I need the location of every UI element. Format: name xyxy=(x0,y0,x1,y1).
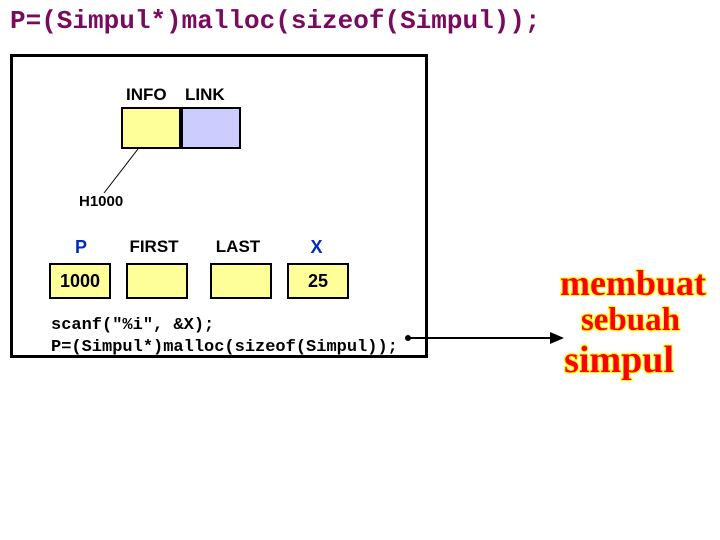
var-header-x: X xyxy=(289,237,344,258)
var-header-p: P xyxy=(51,237,111,258)
tagline-word-3: simpul xyxy=(564,338,674,382)
tagline-word-1: membuat xyxy=(560,262,706,304)
var-header-last: LAST xyxy=(203,237,273,257)
headline-code: P=(Simpul*)malloc(sizeof(Simpul)); xyxy=(10,6,541,36)
var-header-first: FIRST xyxy=(119,237,189,257)
node-cell-link xyxy=(181,107,241,149)
node-header-link: LINK xyxy=(185,85,225,105)
var-cell-last xyxy=(210,263,272,299)
var-cell-first xyxy=(126,263,188,299)
node-address: H1000 xyxy=(79,193,123,210)
node-cell-info xyxy=(121,107,181,149)
tagline-word-2: sebuah xyxy=(581,302,680,339)
diagram-frame: INFO LINK H1000 P FIRST LAST X 1000 25 s… xyxy=(10,54,428,358)
var-cell-x: 25 xyxy=(287,263,349,299)
code-block: scanf("%i", &X); P=(Simpul*)malloc(sizeo… xyxy=(51,315,398,359)
var-cell-p: 1000 xyxy=(49,263,111,299)
arrow-icon xyxy=(404,328,564,348)
node-header-info: INFO xyxy=(126,85,167,105)
pointer-line xyxy=(100,149,150,193)
